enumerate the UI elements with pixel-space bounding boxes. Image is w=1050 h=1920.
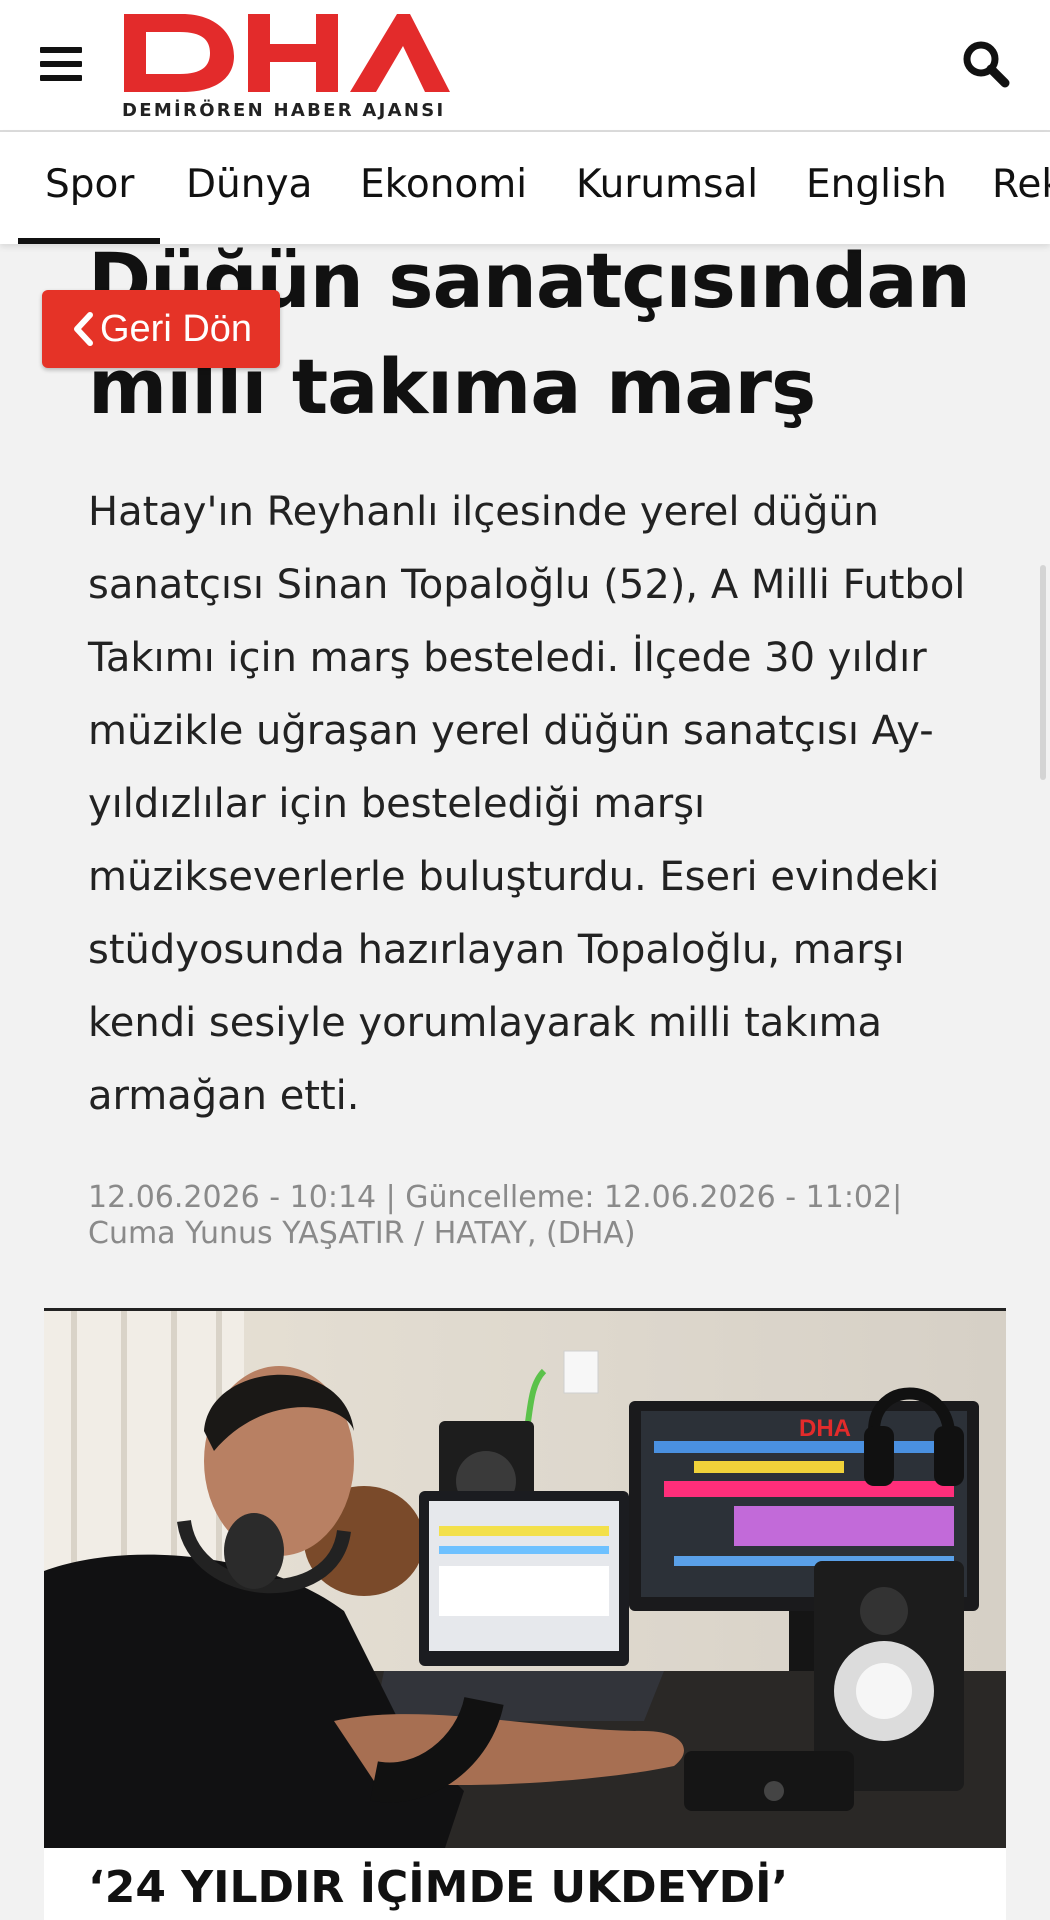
tab-ekonomi[interactable]: Ekonomi (360, 162, 527, 207)
dha-logo[interactable]: DEMİRÖREN HABER AJANSI (120, 8, 450, 123)
article-subheading: ‘24 YILDIR İÇİMDE UKDEYDİ’ (44, 1848, 1006, 1920)
tab-kurumsal[interactable]: Kurumsal (576, 162, 758, 207)
back-button-label: Geri Dön (99, 307, 253, 350)
tab-spor[interactable]: Spor (45, 162, 134, 207)
category-nav: Spor Dünya Ekonomi Kurumsal English Rek (0, 132, 1050, 244)
logo-tagline: DEMİRÖREN HABER AJANSI (122, 99, 446, 121)
scrollbar[interactable] (1040, 565, 1046, 780)
article-meta: 12.06.2026 - 10:14 | Güncelleme: 12.06.2… (88, 1180, 1008, 1252)
photo-watermark: DHA (799, 1415, 851, 1442)
chevron-left-icon (73, 312, 93, 346)
back-button[interactable]: Geri Dön (42, 290, 280, 368)
active-tab-indicator (18, 238, 160, 244)
tab-english[interactable]: English (806, 162, 947, 207)
article-photo[interactable]: DHA (44, 1308, 1006, 1851)
tab-dunya[interactable]: Dünya (186, 162, 312, 207)
article-summary: Hatay'ın Reyhanlı ilçesinde yerel düğün … (88, 489, 966, 1119)
search-icon[interactable] (960, 38, 1012, 90)
article-dates: 12.06.2026 - 10:14 | Güncelleme: 12.06.2… (88, 1180, 903, 1215)
hamburger-menu-icon[interactable] (40, 47, 82, 81)
site-header: DEMİRÖREN HABER AJANSI (0, 0, 1050, 132)
article-byline: Cuma Yunus YAŞATIR / HATAY, (DHA) (88, 1216, 636, 1251)
tab-rek[interactable]: Rek (992, 162, 1050, 207)
subheading-text: ‘24 YILDIR İÇİMDE UKDEYDİ’ (88, 1862, 789, 1913)
